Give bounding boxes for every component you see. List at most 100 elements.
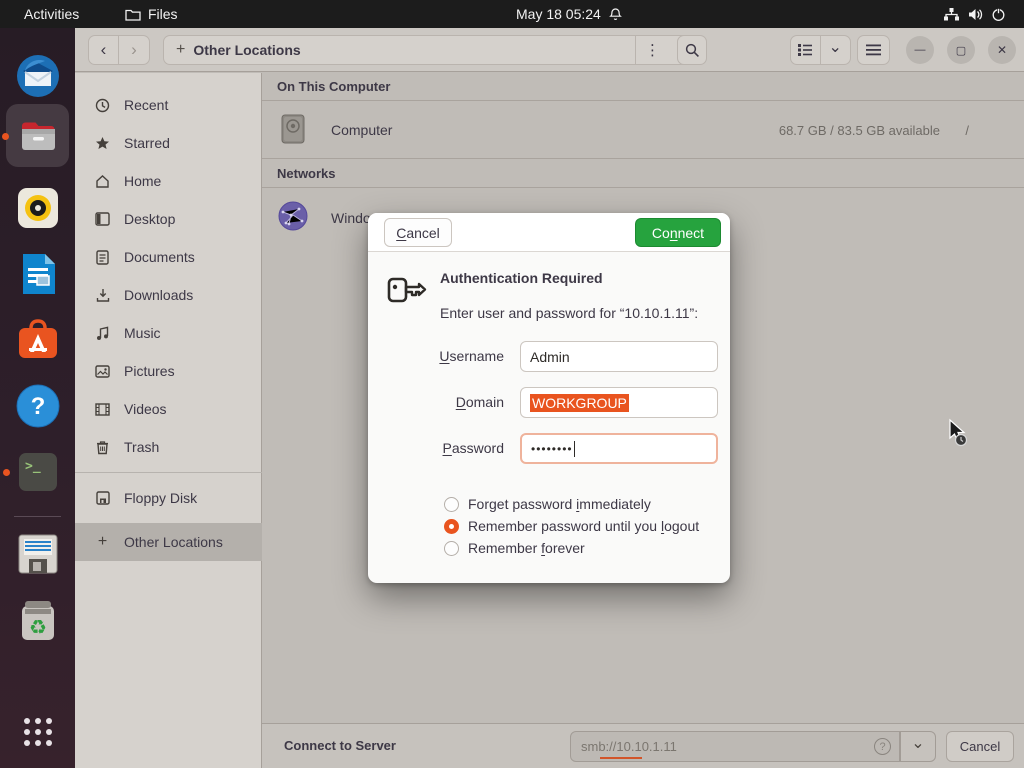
- radio-remember-forever[interactable]: Remember forever: [444, 540, 585, 556]
- sidebar-item-home[interactable]: Home: [75, 162, 262, 200]
- harddisk-icon: [277, 113, 309, 148]
- path-bar[interactable]: + Other Locations: [163, 35, 700, 65]
- mouse-cursor-busy: [944, 418, 974, 455]
- sidebar-item-documents[interactable]: Documents: [75, 238, 262, 276]
- sidebar-item-starred[interactable]: Starred: [75, 124, 262, 162]
- running-indicator: [2, 133, 9, 140]
- password-dots: ••••••••: [531, 442, 573, 456]
- list-view-icon: [797, 43, 813, 57]
- sidebar-label: Videos: [124, 401, 167, 417]
- sidebar-item-music[interactable]: Music: [75, 314, 262, 352]
- search-button[interactable]: [677, 35, 707, 65]
- server-cancel-button[interactable]: Cancel: [946, 731, 1014, 762]
- dock: ? >_ ♻: [0, 28, 75, 768]
- radio-forget-immediately[interactable]: Forget password immediately: [444, 496, 651, 512]
- location-menu-button[interactable]: ⋮: [635, 36, 669, 64]
- videos-icon: [94, 403, 111, 416]
- sidebar-label: Pictures: [124, 363, 175, 379]
- dock-thunderbird[interactable]: [12, 50, 63, 101]
- dock-show-applications[interactable]: [12, 706, 63, 757]
- radio-remember-until-logout[interactable]: Remember password until you logout: [444, 518, 699, 534]
- help-icon[interactable]: ?: [874, 738, 891, 755]
- activities-button[interactable]: Activities: [14, 0, 89, 28]
- app-menu-files[interactable]: Files: [115, 0, 188, 28]
- sidebar-item-floppy-disk[interactable]: Floppy Disk: [75, 479, 262, 517]
- dialog-cancel-button[interactable]: Cancel: [384, 218, 452, 247]
- plus-icon: +: [94, 533, 111, 551]
- volume-icon: [967, 7, 984, 22]
- sidebar-label: Trash: [124, 439, 159, 455]
- dock-trash[interactable]: ♻: [12, 594, 63, 645]
- recent-servers-dropdown[interactable]: ⌄: [900, 731, 936, 762]
- bell-icon: [608, 7, 623, 22]
- maximize-button[interactable]: ▢: [947, 36, 975, 64]
- minimize-icon: —: [915, 44, 926, 56]
- dock-terminal[interactable]: >_: [12, 446, 63, 497]
- dock-ubuntu-software[interactable]: [12, 314, 63, 365]
- power-icon: [991, 7, 1006, 22]
- dock-rhythmbox[interactable]: [12, 182, 63, 233]
- path-label: Other Locations: [193, 42, 300, 58]
- domain-field[interactable]: WORKGROUP: [520, 387, 718, 418]
- thunderbird-icon: [15, 53, 61, 99]
- sidebar-item-downloads[interactable]: Downloads: [75, 276, 262, 314]
- svg-text:>_: >_: [25, 459, 41, 474]
- computer-row[interactable]: Computer 68.7 GB / 83.5 GB available /: [262, 102, 1024, 159]
- computer-label: Computer: [331, 122, 392, 138]
- username-field[interactable]: Admin: [520, 341, 718, 372]
- activities-label: Activities: [24, 6, 79, 22]
- chevron-down-icon: ⌄: [829, 37, 842, 57]
- text-caret: [574, 441, 575, 457]
- back-icon: ‹: [101, 40, 107, 60]
- terminal-icon: >_: [17, 451, 59, 493]
- recent-icon: [94, 98, 111, 113]
- pictures-icon: [94, 365, 111, 378]
- search-icon: [685, 43, 700, 58]
- trash-icon: ♻: [17, 598, 59, 642]
- username-value: Admin: [530, 349, 570, 365]
- dialog-title: Authentication Required: [440, 270, 603, 286]
- section-on-this-computer: On This Computer: [262, 73, 1024, 101]
- mount-path-label: /: [965, 123, 969, 138]
- section-networks: Networks: [262, 160, 1024, 188]
- maximize-icon: ▢: [956, 44, 966, 57]
- svg-text:♻: ♻: [29, 615, 47, 639]
- window-headerbar: ‹ › + Other Locations ⋮ ⌄ — ▢ ✕: [75, 28, 1024, 72]
- hamburger-menu-button[interactable]: [857, 35, 890, 65]
- sidebar-item-pictures[interactable]: Pictures: [75, 352, 262, 390]
- dock-libreoffice-writer[interactable]: [12, 248, 63, 299]
- view-options-button[interactable]: ⌄: [821, 36, 850, 64]
- files-icon: [17, 115, 59, 157]
- sidebar-item-trash[interactable]: Trash: [75, 428, 262, 466]
- back-button[interactable]: ‹: [89, 36, 119, 64]
- password-field[interactable]: ••••••••: [520, 433, 718, 464]
- disk-usage-label: 68.7 GB / 83.5 GB available: [779, 123, 940, 138]
- sidebar-item-other-locations[interactable]: + Other Locations: [75, 523, 262, 561]
- sidebar-item-recent[interactable]: Recent: [75, 86, 262, 124]
- close-button[interactable]: ✕: [988, 36, 1016, 64]
- password-label: Password: [376, 440, 504, 456]
- sidebar-separator: [75, 472, 262, 473]
- svg-text:?: ?: [30, 393, 45, 420]
- list-view-button[interactable]: [791, 36, 821, 64]
- dock-help[interactable]: ?: [12, 380, 63, 431]
- documents-icon: [94, 250, 111, 265]
- dialog-connect-button[interactable]: Connect: [635, 218, 721, 247]
- music-icon: [94, 326, 111, 341]
- sidebar-item-videos[interactable]: Videos: [75, 390, 262, 428]
- forward-button[interactable]: ›: [119, 36, 149, 64]
- radio-icon: [444, 497, 459, 512]
- dock-floppy-disk[interactable]: [12, 528, 63, 579]
- dock-files[interactable]: [6, 104, 69, 167]
- system-tray[interactable]: [933, 0, 1016, 28]
- minimize-button[interactable]: —: [906, 36, 934, 64]
- clock-menu[interactable]: May 18 05:24: [506, 0, 633, 28]
- network-globe-icon: [277, 200, 309, 235]
- folder-icon: [125, 8, 141, 21]
- address-underline: [600, 757, 642, 759]
- sidebar-item-desktop[interactable]: Desktop: [75, 200, 262, 238]
- username-label: Username: [376, 348, 504, 364]
- sidebar-label: Floppy Disk: [124, 490, 197, 506]
- authentication-dialog: Cancel Connect Authentication Required E…: [368, 213, 730, 583]
- kebab-icon: ⋮: [645, 41, 660, 59]
